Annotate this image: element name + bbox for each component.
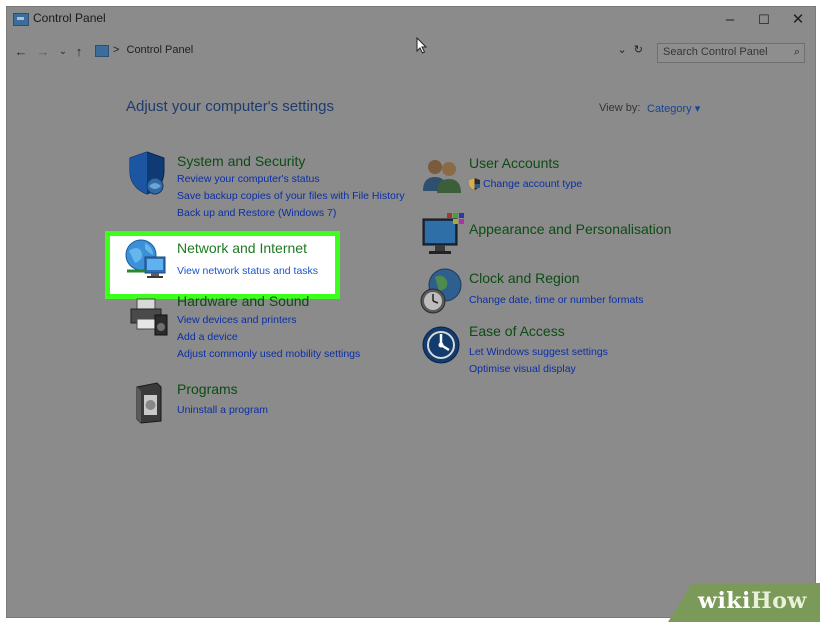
link-optimise-visual-display[interactable]: Optimise visual display [469, 363, 576, 375]
link-devices-printers[interactable]: View devices and printers [177, 314, 296, 326]
link-add-device[interactable]: Add a device [177, 331, 238, 343]
link-date-time-formats[interactable]: Change date, time or number formats [469, 294, 644, 306]
globe-network-icon [125, 239, 166, 278]
wikihow-logo-text: wikiHow [698, 588, 807, 614]
page-heading: Adjust your computer's settings [126, 98, 334, 115]
shield-icon [129, 151, 165, 195]
search-input[interactable]: Search Control Panel ⌕ [657, 43, 805, 63]
category-title[interactable]: User Accounts [469, 155, 559, 171]
link-change-account-type[interactable]: Change account type [483, 178, 582, 190]
breadcrumb-control-panel[interactable]: Control Panel [127, 44, 194, 56]
wikihow-watermark: wikiHow [668, 583, 820, 622]
close-button[interactable]: ✕ [781, 7, 815, 33]
control-panel-app-icon [13, 13, 29, 26]
title-bar: Control Panel – ☐ ✕ [7, 7, 815, 33]
ease-of-access-icon [422, 326, 460, 364]
address-controls: ⌄ ↻ [618, 43, 644, 56]
search-icon[interactable]: ⌕ [794, 46, 800, 59]
wikihow-logo-wiki: wiki [698, 588, 751, 614]
link-review-status[interactable]: Review your computer's status [177, 173, 320, 185]
link-network-status[interactable]: View network status and tasks [177, 265, 318, 277]
link-backup-restore[interactable]: Back up and Restore (Windows 7) [177, 207, 336, 219]
users-icon [423, 160, 461, 193]
control-panel-path-icon [95, 45, 109, 57]
search-placeholder: Search Control Panel [663, 46, 768, 58]
breadcrumb: > Control Panel [113, 44, 193, 56]
category-title[interactable]: Hardware and Sound [177, 293, 309, 309]
category-title[interactable]: Appearance and Personalisation [469, 221, 671, 237]
link-uninstall-program[interactable]: Uninstall a program [177, 404, 268, 416]
minimize-button[interactable]: – [713, 7, 747, 33]
recent-locations-button[interactable]: ⌄ [55, 43, 71, 61]
address-bar: ← → ⌄ ↑ > Control Panel ⌄ ↻ Search Contr… [7, 41, 815, 65]
category-title[interactable]: Programs [177, 381, 238, 397]
wikihow-logo-how: How [750, 588, 807, 614]
address-dropdown-icon[interactable]: ⌄ [618, 44, 627, 56]
category-title[interactable]: Ease of Access [469, 323, 565, 339]
address-path-box[interactable]: > Control Panel ⌄ ↻ [91, 43, 647, 61]
category-title[interactable]: Network and Internet [177, 240, 307, 256]
view-by-dropdown[interactable]: Category ▾ [647, 102, 700, 115]
window-title: Control Panel [33, 11, 106, 25]
up-button[interactable]: ↑ [71, 43, 87, 61]
category-title[interactable]: Clock and Region [469, 270, 580, 286]
control-panel-window: Control Panel – ☐ ✕ ← → ⌄ ↑ > Control Pa… [6, 6, 816, 618]
maximize-button[interactable]: ☐ [747, 7, 781, 33]
refresh-icon[interactable]: ↻ [634, 44, 643, 56]
uac-shield-icon [469, 178, 480, 190]
mouse-cursor-icon [416, 37, 428, 54]
clock-globe-icon [420, 268, 462, 314]
link-file-history[interactable]: Save backup copies of your files with Fi… [177, 190, 405, 202]
monitor-palette-icon [422, 213, 464, 254]
breadcrumb-separator: > [113, 44, 120, 56]
back-button[interactable]: ← [13, 43, 29, 61]
programs-box-icon [136, 382, 162, 424]
printer-icon [130, 298, 168, 336]
link-mobility-settings[interactable]: Adjust commonly used mobility settings [177, 348, 360, 360]
link-windows-suggest-settings[interactable]: Let Windows suggest settings [469, 346, 608, 358]
forward-button[interactable]: → [35, 43, 51, 61]
view-by-label: View by: [599, 102, 641, 114]
category-title[interactable]: System and Security [177, 153, 305, 169]
